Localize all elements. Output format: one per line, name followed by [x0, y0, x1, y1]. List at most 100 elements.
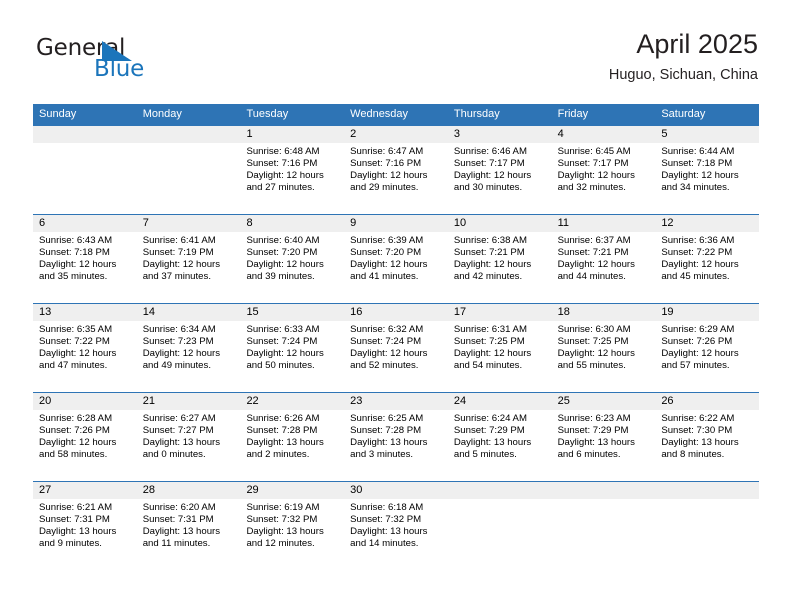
- day-cell[interactable]: [655, 499, 759, 570]
- generalblue-logo[interactable]: General Blue: [36, 36, 216, 84]
- day-cell[interactable]: [137, 143, 241, 214]
- day-cell[interactable]: [448, 499, 552, 570]
- day-cell[interactable]: Sunrise: 6:20 AM Sunset: 7:31 PM Dayligh…: [137, 499, 241, 570]
- day-number[interactable]: 28: [137, 482, 241, 499]
- daylight-text-line2: and 27 minutes.: [246, 182, 315, 194]
- daylight-text-line1: Daylight: 12 hours: [350, 348, 428, 360]
- daylight-text-line1: Daylight: 12 hours: [557, 170, 635, 182]
- day-number[interactable]: 9: [344, 215, 448, 232]
- sunrise-text: Sunrise: 6:37 AM: [557, 235, 631, 246]
- day-cell[interactable]: Sunrise: 6:34 AM Sunset: 7:23 PM Dayligh…: [137, 321, 241, 392]
- day-cell[interactable]: Sunrise: 6:36 AM Sunset: 7:22 PM Dayligh…: [655, 232, 759, 303]
- day-cell[interactable]: Sunrise: 6:40 AM Sunset: 7:20 PM Dayligh…: [240, 232, 344, 303]
- sunset-text: Sunset: 7:29 PM: [557, 425, 629, 437]
- day-number[interactable]: 5: [655, 126, 759, 143]
- day-number[interactable]: 4: [552, 126, 656, 143]
- day-cell[interactable]: Sunrise: 6:38 AM Sunset: 7:21 PM Dayligh…: [448, 232, 552, 303]
- day-cell[interactable]: Sunrise: 6:27 AM Sunset: 7:27 PM Dayligh…: [137, 410, 241, 481]
- day-number[interactable]: 18: [552, 304, 656, 321]
- day-number[interactable]: 29: [240, 482, 344, 499]
- sunrise-text: Sunrise: 6:18 AM: [350, 502, 424, 513]
- day-number[interactable]: [448, 482, 552, 499]
- day-number[interactable]: 14: [137, 304, 241, 321]
- day-cell[interactable]: Sunrise: 6:21 AM Sunset: 7:31 PM Dayligh…: [33, 499, 137, 570]
- day-cell[interactable]: [552, 499, 656, 570]
- day-number[interactable]: 30: [344, 482, 448, 499]
- daylight-text-line1: Daylight: 12 hours: [246, 259, 324, 271]
- day-cell[interactable]: Sunrise: 6:37 AM Sunset: 7:21 PM Dayligh…: [552, 232, 656, 303]
- sunset-text: Sunset: 7:23 PM: [142, 336, 214, 348]
- day-cell[interactable]: Sunrise: 6:35 AM Sunset: 7:22 PM Dayligh…: [33, 321, 137, 392]
- week-row: 13 14 15 16 17 18 19 Sunrise: 6:35 AM Su…: [33, 303, 759, 392]
- day-number[interactable]: [137, 126, 241, 143]
- sunrise-text: Sunrise: 6:27 AM: [142, 413, 216, 424]
- day-number[interactable]: 1: [240, 126, 344, 143]
- daylight-text-line1: Daylight: 13 hours: [350, 437, 428, 449]
- daylight-text-line2: and 58 minutes.: [39, 449, 108, 461]
- day-number[interactable]: 20: [33, 393, 137, 410]
- day-number[interactable]: 12: [655, 215, 759, 232]
- day-number[interactable]: 27: [33, 482, 137, 499]
- day-cell[interactable]: Sunrise: 6:22 AM Sunset: 7:30 PM Dayligh…: [655, 410, 759, 481]
- day-cell[interactable]: Sunrise: 6:45 AM Sunset: 7:17 PM Dayligh…: [552, 143, 656, 214]
- day-cell[interactable]: Sunrise: 6:25 AM Sunset: 7:28 PM Dayligh…: [344, 410, 448, 481]
- sunset-text: Sunset: 7:18 PM: [661, 158, 733, 170]
- day-cell[interactable]: Sunrise: 6:47 AM Sunset: 7:16 PM Dayligh…: [344, 143, 448, 214]
- day-number[interactable]: 26: [655, 393, 759, 410]
- sunrise-text: Sunrise: 6:28 AM: [39, 413, 113, 424]
- day-number[interactable]: 7: [137, 215, 241, 232]
- day-number[interactable]: 19: [655, 304, 759, 321]
- day-cell[interactable]: Sunrise: 6:23 AM Sunset: 7:29 PM Dayligh…: [552, 410, 656, 481]
- daylight-text-line2: and 52 minutes.: [350, 360, 419, 372]
- day-number[interactable]: 16: [344, 304, 448, 321]
- week-detail-band: Sunrise: 6:35 AM Sunset: 7:22 PM Dayligh…: [33, 321, 759, 392]
- day-cell[interactable]: Sunrise: 6:26 AM Sunset: 7:28 PM Dayligh…: [240, 410, 344, 481]
- weekday-header-sunday: Sunday: [39, 108, 77, 120]
- day-cell[interactable]: Sunrise: 6:19 AM Sunset: 7:32 PM Dayligh…: [240, 499, 344, 570]
- day-number[interactable]: 2: [344, 126, 448, 143]
- day-number[interactable]: [552, 482, 656, 499]
- day-number[interactable]: 15: [240, 304, 344, 321]
- day-number[interactable]: [655, 482, 759, 499]
- weekday-header-row: Sunday Monday Tuesday Wednesday Thursday…: [33, 104, 759, 125]
- day-number[interactable]: 17: [448, 304, 552, 321]
- sunrise-text: Sunrise: 6:19 AM: [246, 502, 320, 513]
- sunset-text: Sunset: 7:24 PM: [350, 336, 422, 348]
- day-cell[interactable]: [33, 143, 137, 214]
- day-number[interactable]: [33, 126, 137, 143]
- day-number[interactable]: 22: [240, 393, 344, 410]
- day-number[interactable]: 24: [448, 393, 552, 410]
- day-cell[interactable]: Sunrise: 6:44 AM Sunset: 7:18 PM Dayligh…: [655, 143, 759, 214]
- day-cell[interactable]: Sunrise: 6:18 AM Sunset: 7:32 PM Dayligh…: [344, 499, 448, 570]
- day-number[interactable]: 23: [344, 393, 448, 410]
- daylight-text-line2: and 2 minutes.: [246, 449, 310, 461]
- daylight-text-line1: Daylight: 12 hours: [661, 259, 739, 271]
- day-cell[interactable]: Sunrise: 6:33 AM Sunset: 7:24 PM Dayligh…: [240, 321, 344, 392]
- day-number[interactable]: 8: [240, 215, 344, 232]
- day-number[interactable]: 11: [552, 215, 656, 232]
- day-cell[interactable]: Sunrise: 6:31 AM Sunset: 7:25 PM Dayligh…: [448, 321, 552, 392]
- daylight-text-line1: Daylight: 12 hours: [557, 259, 635, 271]
- sunset-text: Sunset: 7:31 PM: [39, 514, 110, 526]
- day-cell[interactable]: Sunrise: 6:28 AM Sunset: 7:26 PM Dayligh…: [33, 410, 137, 481]
- weekday-header-tuesday: Tuesday: [246, 108, 289, 120]
- day-cell[interactable]: Sunrise: 6:41 AM Sunset: 7:19 PM Dayligh…: [137, 232, 241, 303]
- day-number[interactable]: 6: [33, 215, 137, 232]
- day-cell[interactable]: Sunrise: 6:24 AM Sunset: 7:29 PM Dayligh…: [448, 410, 552, 481]
- day-number[interactable]: 21: [137, 393, 241, 410]
- day-number[interactable]: 3: [448, 126, 552, 143]
- sunrise-text: Sunrise: 6:21 AM: [39, 502, 113, 513]
- daylight-text-line1: Daylight: 12 hours: [350, 259, 428, 271]
- day-cell[interactable]: Sunrise: 6:48 AM Sunset: 7:16 PM Dayligh…: [240, 143, 344, 214]
- day-number[interactable]: 25: [552, 393, 656, 410]
- day-number[interactable]: 10: [448, 215, 552, 232]
- day-cell[interactable]: Sunrise: 6:43 AM Sunset: 7:18 PM Dayligh…: [33, 232, 137, 303]
- day-cell[interactable]: Sunrise: 6:39 AM Sunset: 7:20 PM Dayligh…: [344, 232, 448, 303]
- sunset-text: Sunset: 7:28 PM: [246, 425, 318, 437]
- day-cell[interactable]: Sunrise: 6:30 AM Sunset: 7:25 PM Dayligh…: [552, 321, 656, 392]
- day-number[interactable]: 13: [33, 304, 137, 321]
- day-cell[interactable]: Sunrise: 6:32 AM Sunset: 7:24 PM Dayligh…: [344, 321, 448, 392]
- day-cell[interactable]: Sunrise: 6:46 AM Sunset: 7:17 PM Dayligh…: [448, 143, 552, 214]
- day-cell[interactable]: Sunrise: 6:29 AM Sunset: 7:26 PM Dayligh…: [655, 321, 759, 392]
- daylight-text-line2: and 29 minutes.: [350, 182, 419, 194]
